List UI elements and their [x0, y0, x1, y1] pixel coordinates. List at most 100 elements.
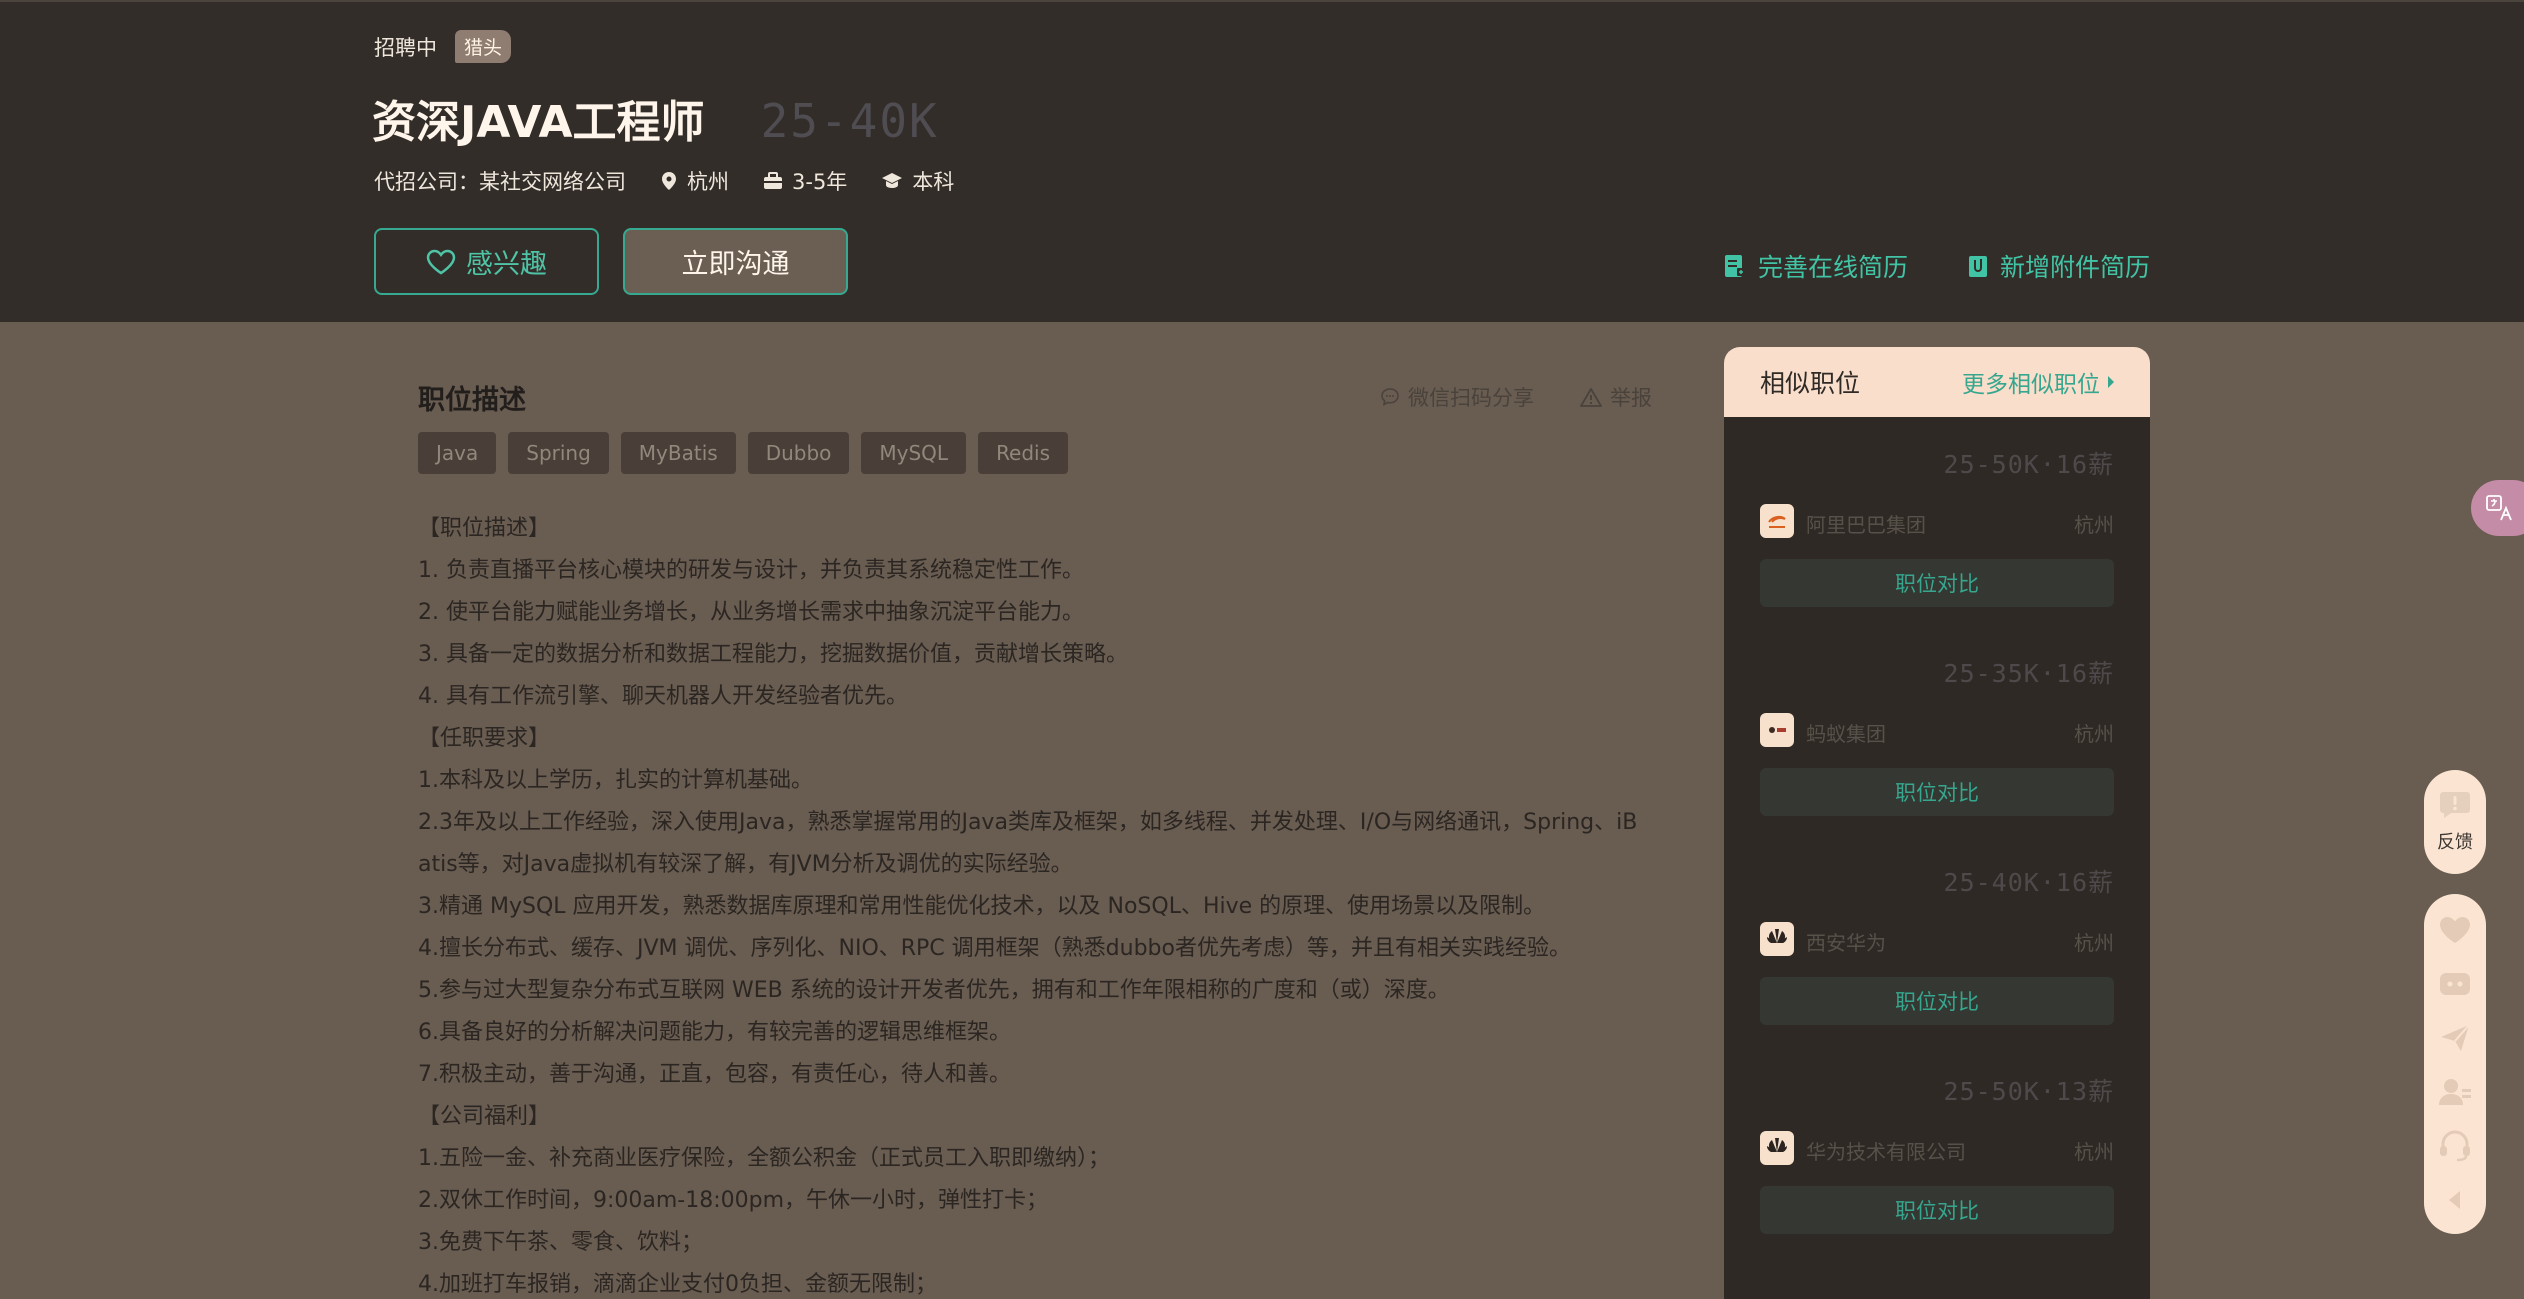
headhunter-tag: 猎头	[455, 30, 512, 63]
contacts-tool[interactable]	[2435, 1072, 2475, 1111]
feedback-label: 反馈	[2437, 832, 2473, 853]
similar-job-card[interactable]: 25-40K·16薪 西安华为 杭州 职位对比	[1724, 835, 2150, 1044]
description-line: 3. 具备一定的数据分析和数据工程能力，挖掘数据价值，贡献增长策略。	[418, 642, 1128, 667]
complete-resume-link[interactable]: 完善在线简历	[1724, 248, 1908, 284]
education-text: 本科	[912, 170, 955, 194]
location-item: 杭州	[660, 166, 729, 196]
similar-jobs-title: 相似职位	[1760, 369, 1861, 398]
similar-job-city: 杭州	[2074, 722, 2114, 746]
job-compare-button[interactable]: 职位对比	[1760, 977, 2114, 1025]
description-line: 【公司福利】	[418, 1104, 551, 1129]
chat-now-button[interactable]: 立即沟通	[623, 228, 848, 295]
description-line: 7.积极主动，善于沟通，正直，包容，有责任心，待人和善。	[418, 1062, 1011, 1087]
report-label: 举报	[1610, 386, 1652, 410]
headset-icon	[2440, 1130, 2470, 1161]
report-link[interactable]: 举报	[1580, 382, 1652, 412]
description-line: 1.五险一金、补充商业医疗保险，全额公积金（正式员工入职即缴纳）；	[418, 1146, 1110, 1171]
description-line: 2. 使平台能力赋能业务增长，从业务增长需求中抽象沉淀平台能力。	[418, 600, 1084, 625]
job-header: 招聘中 猎头 资深JAVA工程师 25-40K 代招公司：某社交网络公司 杭州 …	[0, 0, 2524, 322]
triangle-left-icon	[2449, 1190, 2460, 1209]
complete-resume-label: 完善在线简历	[1758, 253, 1909, 282]
description-line: 3.免费下午茶、零食、饮料；	[418, 1230, 703, 1255]
interest-label: 感兴趣	[466, 249, 547, 280]
warning-triangle-icon	[1580, 388, 1602, 407]
briefcase-icon	[764, 172, 782, 189]
description-line: 【任职要求】	[418, 726, 551, 751]
chevron-right-icon	[2108, 376, 2114, 388]
similar-job-company: 西安华为	[1806, 931, 1886, 955]
heart-icon	[426, 249, 456, 274]
description-line: 3.精通 MySQL 应用开发，熟悉数据库原理和常用性能优化技术，以及 NoSQ…	[418, 894, 1546, 919]
favorites-tool[interactable]	[2435, 910, 2475, 949]
description-line: 5.参与过大型复杂分布式互联网 WEB 系统的设计开发者优先，拥有和工作年限相称…	[418, 978, 1450, 1003]
send-paper-plane-icon	[2441, 1023, 2470, 1051]
similar-job-salary: 25-35K·16薪	[1943, 659, 2114, 688]
skill-tags: Java Spring MyBatis Dubbo MySQL Redis	[418, 432, 1080, 474]
graduation-cap-icon	[882, 173, 903, 188]
location-pin-icon	[662, 172, 676, 190]
interest-button[interactable]: 感兴趣	[374, 228, 599, 295]
location-text: 杭州	[687, 170, 729, 194]
description-line: 【职位描述】	[418, 516, 551, 541]
ant-group-logo-icon	[1760, 713, 1794, 747]
similar-job-card[interactable]: 25-50K·16薪 阿里巴巴集团 杭州 职位对比	[1724, 417, 2150, 626]
wechat-share-link[interactable]: 微信扫码分享	[1380, 382, 1534, 412]
section-title-description: 职位描述	[418, 385, 526, 416]
messages-tool[interactable]	[2435, 964, 2475, 1003]
job-compare-button[interactable]: 职位对比	[1760, 768, 2114, 816]
description-line: 4. 具有工作流引擎、聊天机器人开发经验者优先。	[418, 684, 908, 709]
translate-icon	[2486, 495, 2512, 521]
collapse-tool[interactable]	[2435, 1180, 2475, 1219]
experience-text: 3-5年	[792, 170, 848, 194]
description-line: 2.3年及以上工作经验，深入使用Java，熟悉掌握常用的Java类库及框架，如多…	[418, 810, 1638, 835]
status-row: 招聘中 猎头	[374, 30, 512, 63]
similar-job-company: 阿里巴巴集团	[1806, 513, 1926, 537]
heart-icon	[2440, 916, 2470, 943]
similar-job-city: 杭州	[2074, 513, 2114, 537]
skill-tag: MyBatis	[620, 432, 736, 474]
job-title-row: 资深JAVA工程师 25-40K	[372, 86, 939, 150]
skill-tag: Redis	[978, 432, 1069, 474]
translate-button[interactable]	[2471, 480, 2524, 536]
skill-tag: MySQL	[861, 432, 967, 474]
experience-item: 3-5年	[763, 166, 847, 196]
description-line: 1.本科及以上学历，扎实的计算机基础。	[418, 768, 813, 793]
similar-job-salary: 25-50K·13薪	[1943, 1077, 2114, 1106]
job-description-body: 【职位描述】 1. 负责直播平台核心模块的研发与设计，并负责其系统稳定性工作。 …	[418, 508, 1658, 1299]
add-attachment-label: 新增附件简历	[2000, 253, 2151, 282]
description-line: 2.双休工作时间，9:00am-18:00pm，午休一小时，弹性打卡；	[418, 1188, 1049, 1213]
customer-service-tool[interactable]	[2435, 1126, 2475, 1165]
more-similar-jobs-label: 更多相似职位	[1962, 372, 2100, 398]
huawei-logo-icon	[1760, 1131, 1794, 1165]
similar-job-card[interactable]: 25-35K·16薪 蚂蚁集团 杭州 职位对比	[1724, 626, 2150, 835]
resume-document-icon	[1725, 255, 1745, 277]
huawei-logo-icon	[1760, 922, 1794, 956]
job-compare-button[interactable]: 职位对比	[1760, 559, 2114, 607]
job-meta: 代招公司：某社交网络公司 杭州 3-5年 本科	[374, 166, 988, 196]
attachment-icon	[1969, 256, 1987, 277]
more-similar-jobs-link[interactable]: 更多相似职位	[1962, 365, 2114, 399]
similar-job-city: 杭州	[2074, 1140, 2114, 1164]
similar-job-salary: 25-50K·16薪	[1943, 450, 2114, 479]
feedback-button[interactable]: 反馈	[2424, 770, 2486, 874]
description-line: 4.加班打车报销，滴滴企业支付0负担、金额无限制；	[418, 1272, 937, 1297]
wechat-share-label: 微信扫码分享	[1408, 386, 1534, 410]
similar-job-company: 华为技术有限公司	[1806, 1140, 1966, 1164]
skill-tag: Dubbo	[747, 432, 850, 474]
similar-job-city: 杭州	[2074, 931, 2114, 955]
recruiting-status: 招聘中	[374, 35, 437, 60]
agency-company: 代招公司：某社交网络公司	[374, 170, 626, 194]
similar-job-salary: 25-40K·16薪	[1943, 868, 2114, 897]
skill-tag: Java	[418, 432, 497, 474]
description-line: 6.具备良好的分析解决问题能力，有较完善的逻辑思维框架。	[418, 1020, 1011, 1045]
job-compare-button[interactable]: 职位对比	[1760, 1186, 2114, 1234]
similar-job-card[interactable]: 25-50K·13薪 华为技术有限公司 杭州 职位对比	[1724, 1044, 2150, 1253]
similar-jobs-panel: 相似职位 更多相似职位 25-50K·16薪 阿里巴巴集团 杭州 职位对比 25…	[1724, 347, 2150, 1299]
job-salary: 25-40K	[760, 94, 939, 148]
job-title: 资深JAVA工程师	[372, 97, 705, 148]
add-attachment-resume-link[interactable]: 新增附件简历	[1968, 248, 2150, 284]
feedback-alert-icon	[2440, 792, 2470, 818]
send-tool[interactable]	[2435, 1018, 2475, 1057]
similar-job-company: 蚂蚁集团	[1806, 722, 1886, 746]
side-toolbar	[2424, 894, 2486, 1234]
